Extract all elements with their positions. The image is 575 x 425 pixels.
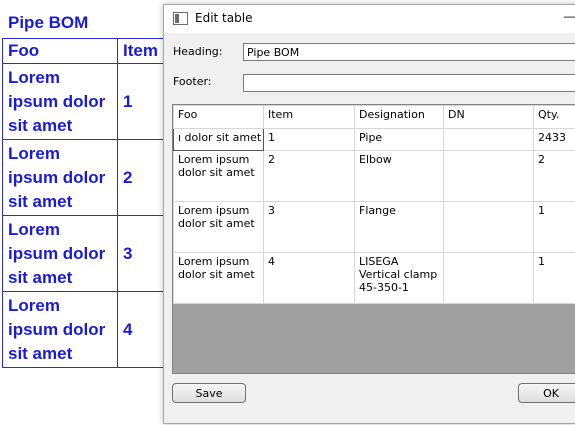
- column-header[interactable]: Item: [263, 105, 355, 129]
- grid-cell[interactable]: 1: [263, 128, 355, 151]
- drawing-cell-foo: Lorem ipsum dolor sit amet: [2, 215, 118, 292]
- grid-cell[interactable]: [443, 252, 534, 304]
- drawing-header-foo: Foo: [2, 38, 118, 64]
- grid-cell[interactable]: Lorem ipsum dolor sit amet: [173, 252, 264, 304]
- ok-button[interactable]: OK: [518, 383, 575, 403]
- grid-cell[interactable]: 4: [263, 252, 355, 304]
- grid-cell[interactable]: [443, 201, 534, 253]
- table-editor-grid[interactable]: Foo Item Designation DN Qty. ı dolor sit…: [172, 104, 575, 374]
- grid-cell[interactable]: Pipe: [354, 128, 444, 151]
- minimize-button[interactable]: —: [564, 9, 575, 23]
- grid-cell[interactable]: 2: [533, 150, 575, 202]
- column-header[interactable]: Designation: [354, 105, 444, 129]
- grid-cell[interactable]: LISEGA Vertical clamp 45-350-1: [354, 252, 444, 304]
- window-icon: [173, 12, 188, 25]
- drawing-table: Foo Item Lorem ipsum dolor sit amet 1 Lo…: [2, 38, 179, 368]
- cell-edit-text[interactable]: ı dolor sit amet: [178, 131, 261, 144]
- drawing-title: Pipe BOM: [8, 13, 89, 32]
- grid-cell[interactable]: 1: [533, 201, 575, 253]
- drawing-cell-foo: Lorem ipsum dolor sit amet: [2, 63, 118, 140]
- column-header[interactable]: DN: [443, 105, 534, 129]
- grid-cell[interactable]: 2: [263, 150, 355, 202]
- grid-cell[interactable]: 2433: [533, 128, 575, 151]
- drawing-cell-foo: Lorem ipsum dolor sit amet: [2, 291, 118, 368]
- grid-cell[interactable]: 1: [533, 252, 575, 304]
- dialog-titlebar[interactable]: Edit table —: [164, 5, 575, 33]
- save-button[interactable]: Save: [172, 383, 246, 403]
- grid-cell[interactable]: Lorem ipsum dolor sit amet: [173, 201, 264, 253]
- footer-input[interactable]: [243, 74, 575, 92]
- grid-cell[interactable]: 3: [263, 201, 355, 253]
- drawing-cell-foo: Lorem ipsum dolor sit amet: [2, 139, 118, 216]
- heading-label: Heading:: [173, 45, 223, 58]
- grid-cell[interactable]: Lorem ipsum dolor sit amet: [173, 150, 264, 202]
- grid-cell-editing[interactable]: ı dolor sit amet: [173, 128, 264, 151]
- column-header[interactable]: Foo: [173, 105, 264, 129]
- grid-cell[interactable]: Flange: [354, 201, 444, 253]
- grid-cell[interactable]: [443, 150, 534, 202]
- dialog-title: Edit table: [195, 11, 253, 25]
- grid-cell[interactable]: Elbow: [354, 150, 444, 202]
- grid-cell[interactable]: [443, 128, 534, 151]
- column-header[interactable]: Qty.: [533, 105, 575, 129]
- edit-table-dialog: Edit table — Heading: Pipe BOM Footer: F…: [163, 4, 575, 424]
- heading-input[interactable]: Pipe BOM: [243, 43, 575, 61]
- footer-label: Footer:: [173, 75, 212, 88]
